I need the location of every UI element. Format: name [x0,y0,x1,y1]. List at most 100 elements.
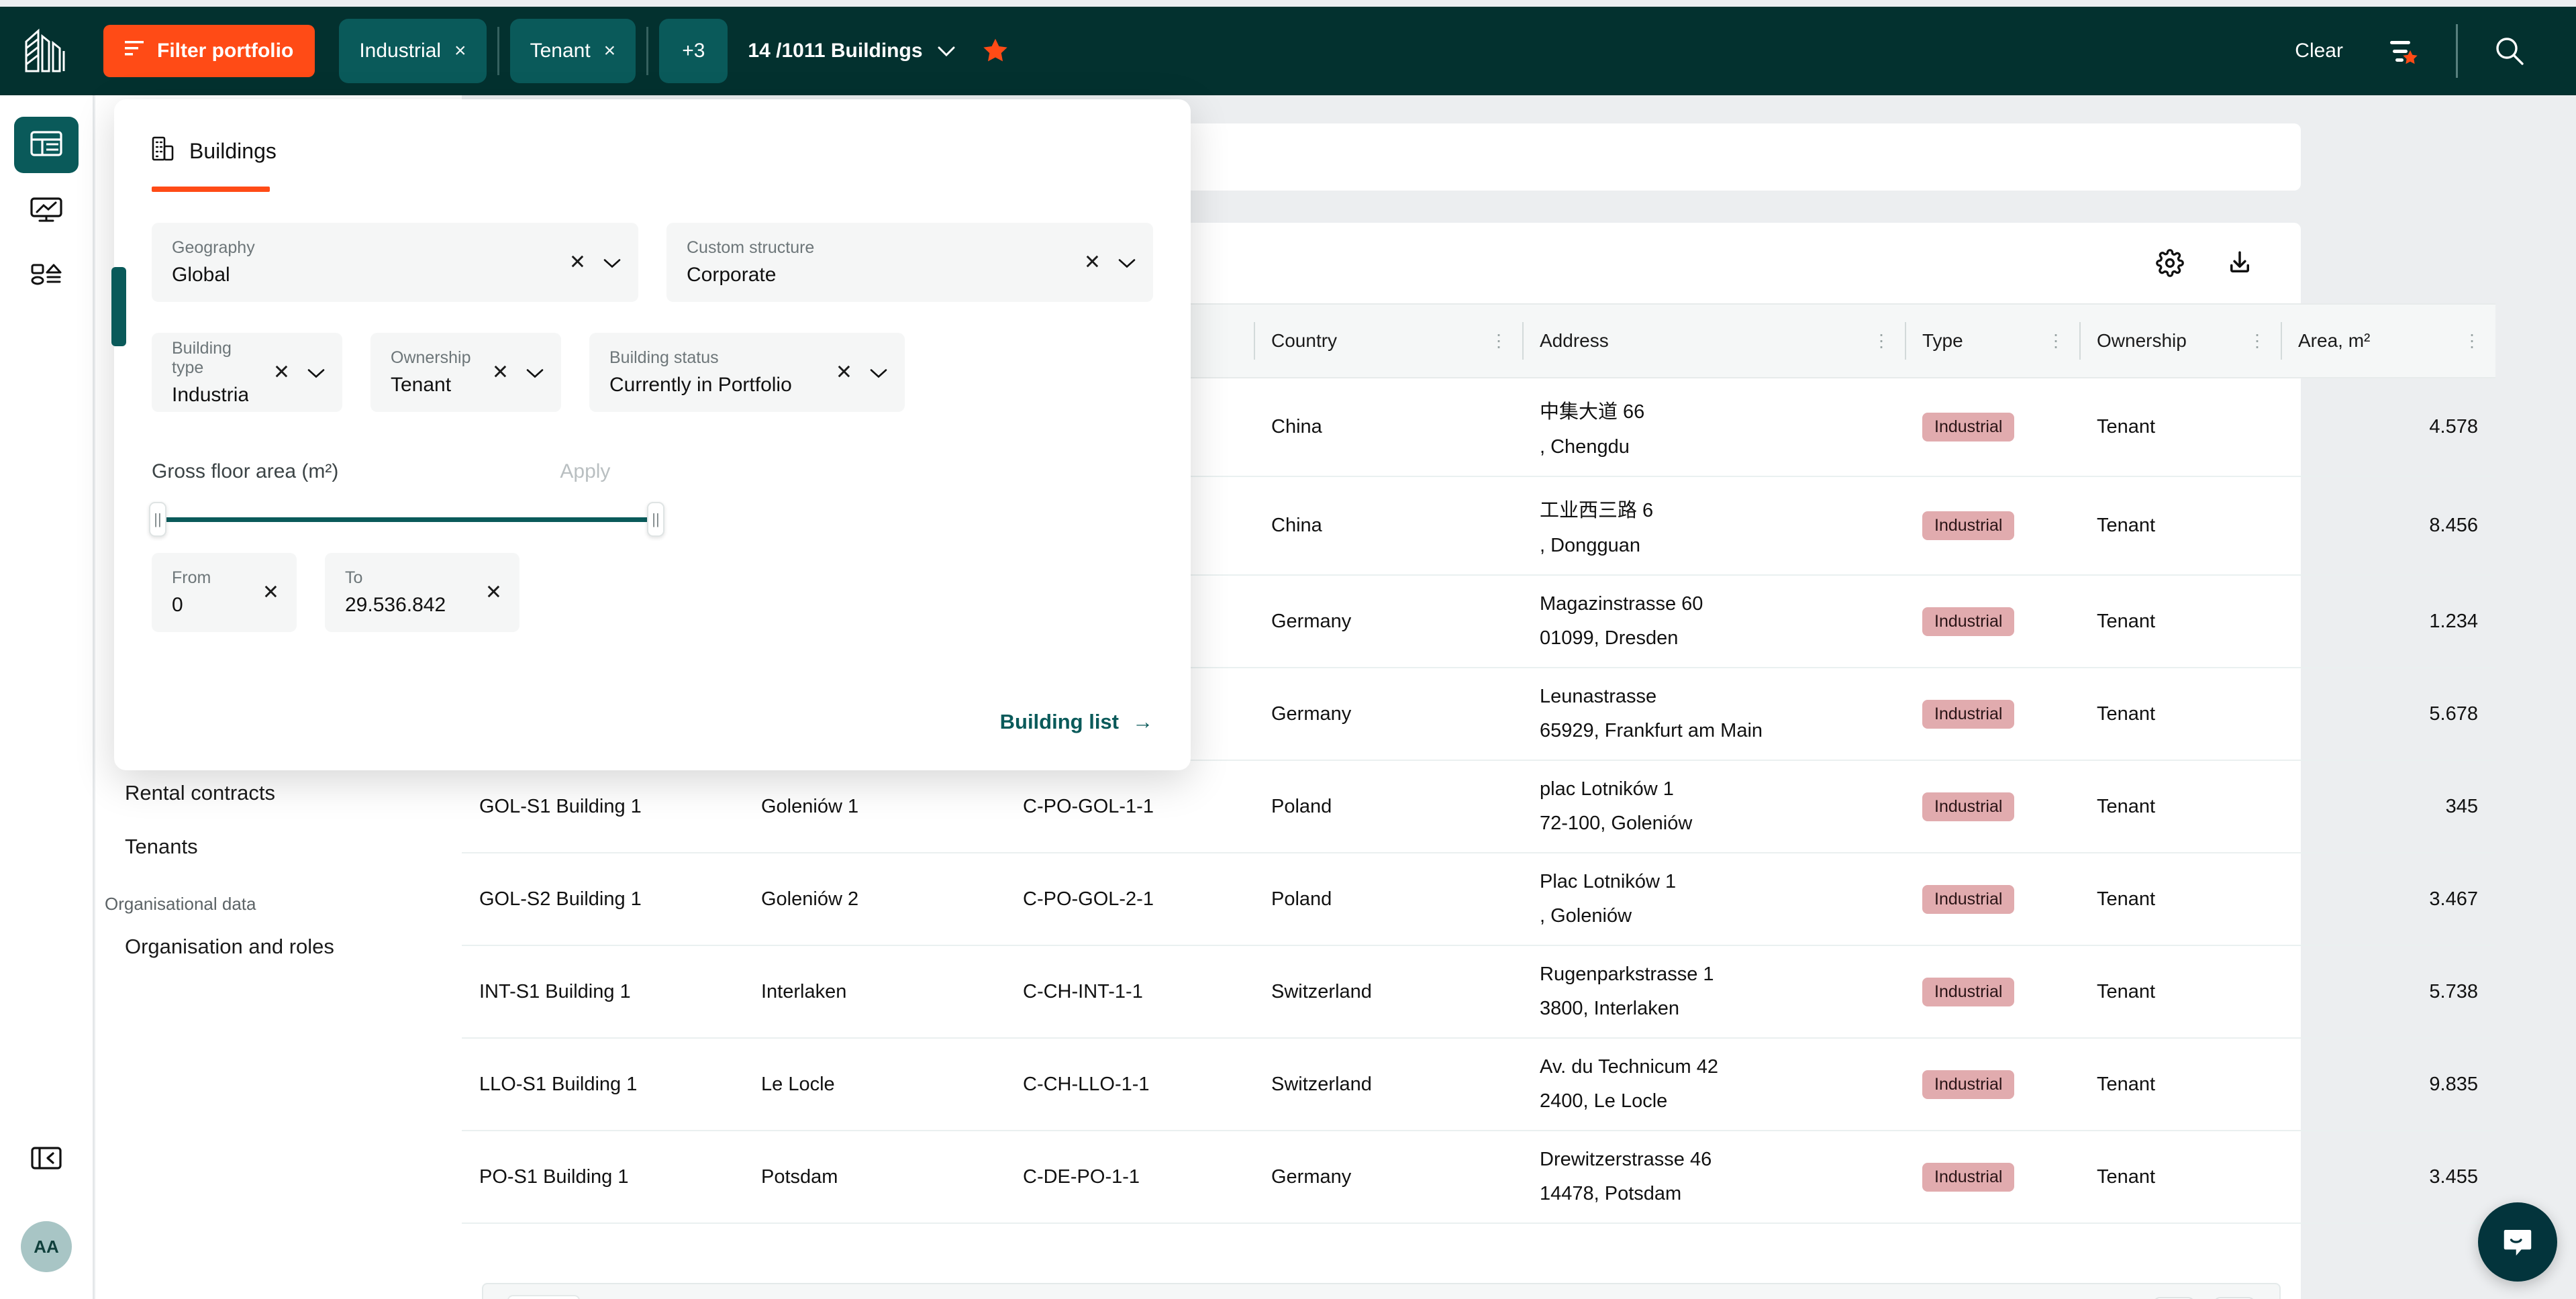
close-icon[interactable]: × [454,41,466,61]
clear-icon[interactable]: ✕ [569,251,586,274]
table-row[interactable]: PO-S1 Building 1 Potsdam C-DE-PO-1-1 German… [462,1131,2495,1224]
filter-field-building-type[interactable]: Building type Industrial ✕ [152,333,342,412]
clear-icon[interactable]: ✕ [1084,251,1101,274]
filter-field-actions: ✕ [1084,251,1136,274]
table-row[interactable]: GOL-S2 Building 1 Goleniów 2 C-PO-GOL-2-1 P… [462,853,2495,946]
col-menu-icon[interactable]: ⋮ [1873,332,1890,349]
clear-filters-button[interactable]: Clear [2272,40,2366,62]
cell-site: Interlaken [744,945,1005,1039]
filter-chip-more[interactable]: +3 [659,19,728,83]
close-icon[interactable]: × [604,41,616,61]
cell-building: INT-S1 Building 1 [462,945,744,1039]
sidebar-item-table-view[interactable] [14,117,79,173]
chevron-down-icon[interactable] [1118,251,1136,274]
filter-star-icon[interactable] [2366,36,2441,66]
chevron-down-icon[interactable] [526,361,544,384]
favourite-star-icon[interactable] [981,37,1010,65]
building-list-label: Building list [999,710,1119,733]
chat-bubble-icon[interactable] [2478,1202,2557,1282]
cell-country: China [1254,476,1522,576]
avatar[interactable]: AA [21,1221,72,1272]
chevron-down-icon[interactable] [307,361,325,384]
col-ownership[interactable]: Ownership ⋮ [2079,303,2281,378]
building-list-link[interactable]: Building list → [1000,710,1153,734]
table-row[interactable]: GOL-S1 Building 1 Goleniów 1 C-PO-GOL-1-1 P… [462,760,2495,853]
cell-area: 5.738 [2281,945,2495,1039]
cell-address: 中集大道 66 , Chengdu [1522,378,1905,477]
cell-code: C-PO-GOL-2-1 [1005,853,1254,946]
table-row[interactable]: LLO-S1 Building 1 Le Locle C-CH-LLO-1-1 Swi… [462,1038,2495,1131]
buildings-count-dropdown[interactable]: 14 /1011 Buildings [748,40,955,62]
slider-handle-min[interactable]: || [149,502,166,537]
filter-field-label: Geography [172,238,255,257]
cell-area: 345 [2281,760,2495,853]
filter-field-building-status[interactable]: Building status Currently in Portfolio ✕ [589,333,905,412]
sidebar-item-dashboard-view[interactable] [14,183,79,239]
sidebar-item-rental-contracts[interactable]: Rental contracts [95,766,462,820]
cell-address: Plac Lotników 1 , Goleniów [1522,853,1905,946]
cell-building: LLO-S1 Building 1 [462,1038,744,1131]
slider-handle-max[interactable]: || [647,502,664,537]
clear-icon[interactable]: ✕ [492,361,509,384]
col-type[interactable]: Type ⋮ [1905,303,2079,378]
col-menu-icon[interactable]: ⋮ [2463,332,2481,349]
clear-icon[interactable]: ✕ [273,361,290,384]
address-city: , Chengdu [1540,436,1630,458]
tab-buildings[interactable]: Buildings [152,136,1153,166]
filter-field-actions: ✕ [273,361,325,384]
filter-field-label: Custom structure [687,238,815,257]
col-menu-icon[interactable]: ⋮ [2248,332,2266,349]
chevron-down-icon[interactable] [870,361,887,384]
cell-area: 5.678 [2281,668,2495,761]
collapse-panel-icon[interactable] [14,1130,79,1186]
col-address[interactable]: Address ⋮ [1522,303,1905,378]
filter-field-ownership[interactable]: Ownership Tenant ✕ [370,333,561,412]
cell-code: C-CH-LLO-1-1 [1005,1038,1254,1131]
cell-building: GOL-S1 Building 1 [462,760,744,853]
cell-type: Industrial [1905,476,2079,576]
gross-floor-area-slider[interactable]: || || [149,502,664,537]
building-logo-icon[interactable] [15,20,77,82]
cell-ownership: Tenant [2079,853,2281,946]
col-menu-icon[interactable]: ⋮ [2047,332,2065,349]
type-badge: Industrial [1922,792,2015,821]
filter-field-custom-structure[interactable]: Custom structure Corporate ✕ [666,223,1153,302]
top-strip [0,0,2576,7]
col-country[interactable]: Country ⋮ [1254,303,1522,378]
table-row[interactable]: INT-S1 Building 1 Interlaken C-CH-INT-1-1 S… [462,945,2495,1039]
sidebar-item-tenants[interactable]: Tenants [95,820,462,874]
cell-ownership: Tenant [2079,1038,2281,1131]
sidebar-item-layout-view[interactable] [14,248,79,305]
left-rail: AA [0,95,94,1299]
clear-icon[interactable]: ✕ [485,581,502,605]
cell-type: Industrial [1905,575,2079,668]
filter-portfolio-button[interactable]: Filter portfolio [103,25,315,77]
filter-field-geography[interactable]: Geography Global ✕ [152,223,638,302]
cell-type: Industrial [1905,1131,2079,1224]
filter-field-value: Tenant [391,374,452,396]
filter-field-actions: ✕ [836,361,887,384]
cell-ownership: Tenant [2079,945,2281,1039]
download-icon[interactable] [2226,249,2254,277]
range-to-input[interactable]: To 29.536.842 ✕ [325,553,519,632]
gear-icon[interactable] [2156,249,2184,277]
col-area[interactable]: Area, m² ⋮ [2281,303,2495,378]
clear-icon[interactable]: ✕ [262,581,279,605]
col-menu-icon[interactable]: ⋮ [1490,332,1507,349]
cell-area: 1.234 [2281,575,2495,668]
chevron-down-icon[interactable] [603,251,621,274]
apply-button[interactable]: Apply [560,460,610,483]
cell-address: Av. du Technicum 42 2400, Le Locle [1522,1038,1905,1131]
address-street: Magazinstrasse 60 [1540,593,1703,615]
filter-field-label: Building type [172,338,232,377]
filter-field-value: Global [172,264,230,286]
search-icon[interactable] [2473,34,2546,68]
range-from-input[interactable]: From 0 ✕ [152,553,297,632]
filter-chip-tenant[interactable]: Tenant × [509,19,636,83]
cell-type: Industrial [1905,853,2079,946]
address-city: , Goleniów [1540,905,1632,927]
filter-chip-industrial[interactable]: Industrial × [339,19,487,83]
results-per-page-select[interactable]: 50 [507,1295,580,1299]
clear-icon[interactable]: ✕ [836,361,852,384]
sidebar-item-organisation-and-roles[interactable]: Organisation and roles [95,920,462,974]
